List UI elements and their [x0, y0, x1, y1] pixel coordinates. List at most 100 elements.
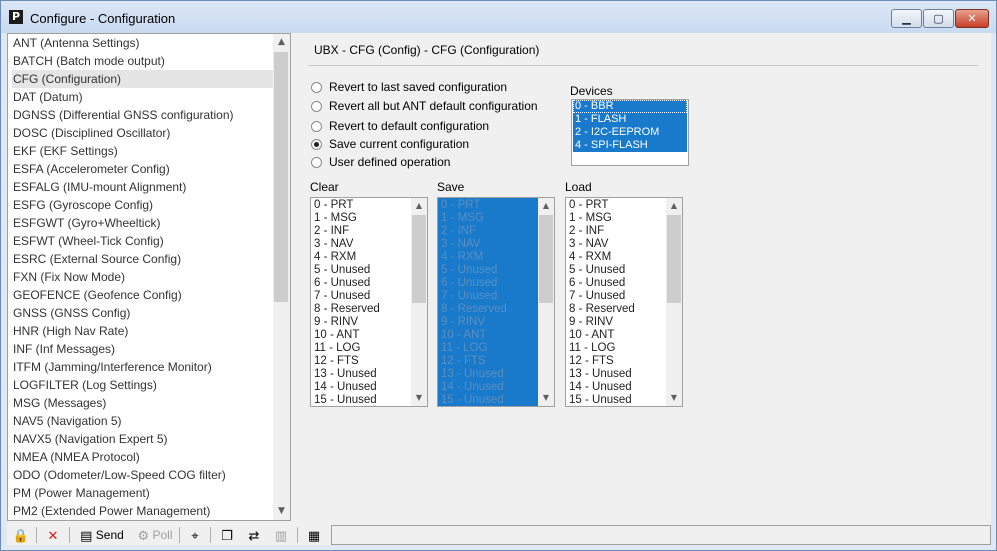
message-list-item[interactable]: GEOFENCE (Geofence Config): [12, 286, 274, 304]
clear-section-item[interactable]: 6 - Unused: [314, 277, 410, 290]
message-list-item[interactable]: EKF (EKF Settings): [12, 142, 274, 160]
save-section-item[interactable]: 11 - LOG: [441, 342, 537, 355]
save-section-item[interactable]: 6 - Unused: [441, 277, 537, 290]
message-list-item[interactable]: ESFGWT (Gyro+Wheeltick): [12, 214, 274, 232]
load-section-item[interactable]: 1 - MSG: [569, 212, 665, 225]
message-list-item[interactable]: CFG (Configuration): [12, 70, 274, 88]
clear-section-item[interactable]: 0 - PRT: [314, 199, 410, 212]
clear-section-item[interactable]: 1 - MSG: [314, 212, 410, 225]
device-item[interactable]: 1 - FLASH: [573, 113, 687, 126]
save-section-item[interactable]: 5 - Unused: [441, 264, 537, 277]
message-list-item[interactable]: LOGFILTER (Log Settings): [12, 376, 274, 394]
cancel-icon[interactable]: ✕: [43, 525, 63, 545]
clear-section-item[interactable]: 5 - Unused: [314, 264, 410, 277]
load-section-item[interactable]: 6 - Unused: [569, 277, 665, 290]
radio-icon[interactable]: [311, 121, 322, 132]
radio-icon[interactable]: [311, 157, 322, 168]
message-list-item[interactable]: ODO (Odometer/Low-Speed COG filter): [12, 466, 274, 484]
message-list-panel[interactable]: ANT (Antenna Settings) BATCH (Batch mode …: [7, 33, 291, 521]
message-list-item[interactable]: DGNSS (Differential GNSS configuration): [12, 106, 274, 124]
load-list-scrollbar[interactable]: ▲ ▼: [666, 198, 682, 406]
close-button[interactable]: ✕: [955, 9, 989, 28]
save-section-item[interactable]: 10 - ANT: [441, 329, 537, 342]
load-section-item[interactable]: 4 - RXM: [569, 251, 665, 264]
save-section-item[interactable]: 3 - NAV: [441, 238, 537, 251]
maximize-button[interactable]: ▢: [923, 9, 954, 28]
save-section-item[interactable]: 13 - Unused: [441, 368, 537, 381]
save-section-item[interactable]: 1 - MSG: [441, 212, 537, 225]
send-button[interactable]: ▤ Send: [75, 525, 129, 545]
message-list-item[interactable]: DAT (Datum): [12, 88, 274, 106]
load-section-item[interactable]: 13 - Unused: [569, 368, 665, 381]
radio-checked-icon[interactable]: [311, 139, 322, 150]
load-section-item[interactable]: 0 - PRT: [569, 199, 665, 212]
save-list-scrollbar[interactable]: ▲ ▼: [538, 198, 554, 406]
message-list-item[interactable]: PM2 (Extended Power Management): [12, 502, 274, 520]
scroll-down-icon[interactable]: ▼: [666, 390, 682, 406]
clear-section-item[interactable]: 2 - INF: [314, 225, 410, 238]
clear-section-item[interactable]: 15 - Unused: [314, 394, 410, 406]
load-section-item[interactable]: 15 - Unused: [569, 394, 665, 406]
scroll-thumb[interactable]: [274, 52, 288, 302]
scroll-thumb[interactable]: [539, 215, 553, 303]
load-section-item[interactable]: 9 - RINV: [569, 316, 665, 329]
load-section-item[interactable]: 5 - Unused: [569, 264, 665, 277]
message-list-item[interactable]: ESFALG (IMU-mount Alignment): [12, 178, 274, 196]
message-list-item[interactable]: FXN (Fix Now Mode): [12, 268, 274, 286]
compare-icon[interactable]: ⇄: [244, 525, 264, 545]
message-list-item[interactable]: DOSC (Disciplined Oscillator): [12, 124, 274, 142]
message-list-item[interactable]: BATCH (Batch mode output): [12, 52, 274, 70]
message-list-item[interactable]: MSG (Messages): [12, 394, 274, 412]
clear-section-item[interactable]: 10 - ANT: [314, 329, 410, 342]
load-section-item[interactable]: 8 - Reserved: [569, 303, 665, 316]
scroll-down-icon[interactable]: ▼: [411, 390, 427, 406]
load-section-item[interactable]: 3 - NAV: [569, 238, 665, 251]
save-section-item[interactable]: 15 - Unused: [441, 394, 537, 406]
option-revert-all-but-ant[interactable]: Revert all but ANT default configuration: [311, 98, 538, 114]
clear-section-item[interactable]: 12 - FTS: [314, 355, 410, 368]
radio-icon[interactable]: [311, 101, 322, 112]
save-section-item[interactable]: 7 - Unused: [441, 290, 537, 303]
clear-section-item[interactable]: 8 - Reserved: [314, 303, 410, 316]
load-section-item[interactable]: 10 - ANT: [569, 329, 665, 342]
load-sections-list[interactable]: 0 - PRT 1 - MSG 2 - INF 3 - NAV 4 - RXM 5 - U…: [565, 197, 683, 407]
message-list-item[interactable]: HNR (High Nav Rate): [12, 322, 274, 340]
message-list-item[interactable]: GNSS (GNSS Config): [12, 304, 274, 322]
load-section-item[interactable]: 12 - FTS: [569, 355, 665, 368]
save-section-item[interactable]: 14 - Unused: [441, 381, 537, 394]
load-section-item[interactable]: 7 - Unused: [569, 290, 665, 303]
load-section-item[interactable]: 11 - LOG: [569, 342, 665, 355]
message-list-scrollbar[interactable]: ▲ ▼: [273, 34, 290, 520]
scroll-up-icon[interactable]: ▲: [538, 198, 554, 214]
message-list-item[interactable]: NAVX5 (Navigation Expert 5): [12, 430, 274, 448]
message-list-item[interactable]: ITFM (Jamming/Interference Monitor): [12, 358, 274, 376]
load-section-item[interactable]: 2 - INF: [569, 225, 665, 238]
save-section-item[interactable]: 0 - PRT: [441, 199, 537, 212]
option-save-current[interactable]: Save current configuration: [311, 136, 469, 152]
message-list-item[interactable]: INF (Inf Messages): [12, 340, 274, 358]
load-section-item[interactable]: 14 - Unused: [569, 381, 665, 394]
minimize-button[interactable]: ▁: [891, 9, 922, 28]
message-list-item[interactable]: ANT (Antenna Settings): [12, 34, 274, 52]
save-section-item[interactable]: 4 - RXM: [441, 251, 537, 264]
clear-section-item[interactable]: 13 - Unused: [314, 368, 410, 381]
option-revert-default[interactable]: Revert to default configuration: [311, 118, 489, 134]
save-sections-list[interactable]: 0 - PRT 1 - MSG 2 - INF 3 - NAV 4 - RXM 5 - U…: [437, 197, 555, 407]
save-section-item[interactable]: 9 - RINV: [441, 316, 537, 329]
title-bar[interactable]: P Configure - Configuration ▁ ▢ ✕: [1, 1, 996, 33]
scroll-thumb[interactable]: [667, 215, 681, 303]
save-section-item[interactable]: 8 - Reserved: [441, 303, 537, 316]
message-list-item[interactable]: ESFWT (Wheel-Tick Config): [12, 232, 274, 250]
clear-section-item[interactable]: 4 - RXM: [314, 251, 410, 264]
paste-icon[interactable]: ▥: [271, 525, 291, 545]
scroll-down-icon[interactable]: ▼: [273, 503, 290, 520]
message-list-item[interactable]: NAV5 (Navigation 5): [12, 412, 274, 430]
save-section-item[interactable]: 2 - INF: [441, 225, 537, 238]
scroll-up-icon[interactable]: ▲: [411, 198, 427, 214]
scroll-down-icon[interactable]: ▼: [538, 390, 554, 406]
device-item[interactable]: 4 - SPI-FLASH: [573, 139, 687, 152]
lock-icon[interactable]: 🔒: [11, 525, 31, 545]
scroll-up-icon[interactable]: ▲: [273, 34, 290, 51]
option-revert-saved[interactable]: Revert to last saved configuration: [311, 79, 507, 95]
clear-section-item[interactable]: 9 - RINV: [314, 316, 410, 329]
